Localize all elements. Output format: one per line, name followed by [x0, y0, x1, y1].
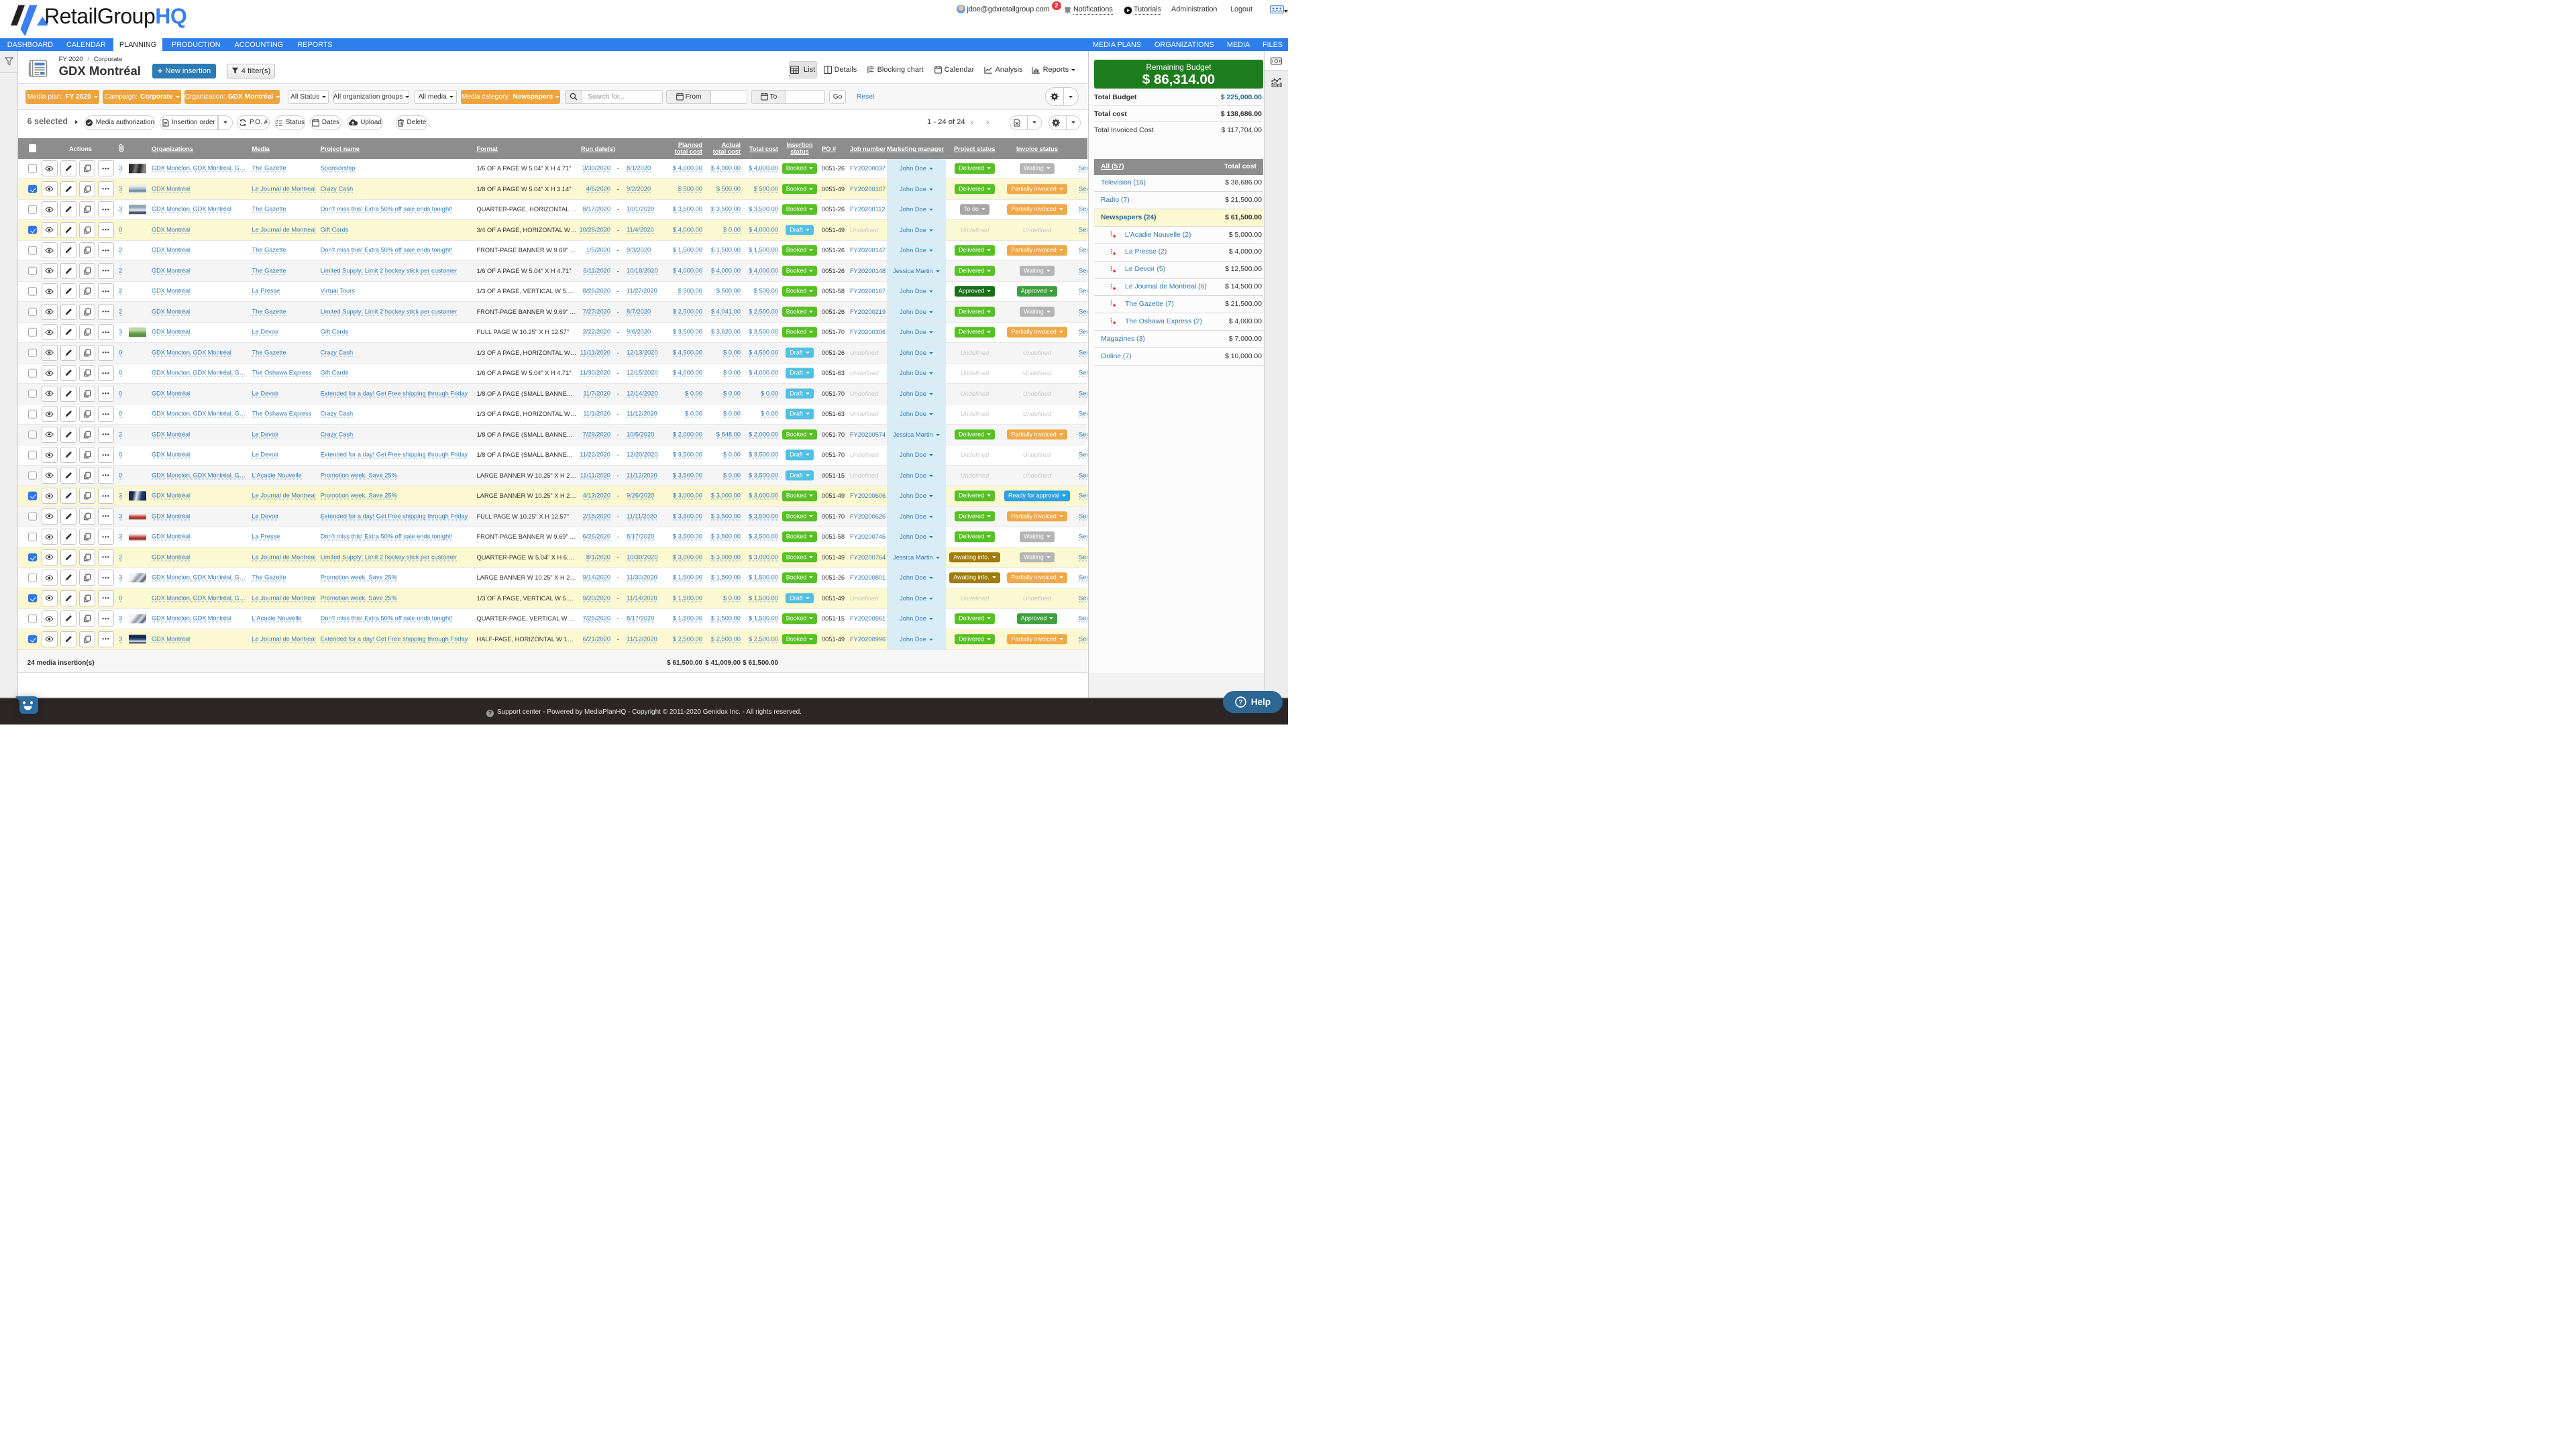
svg-text:?: ? [1238, 698, 1242, 706]
